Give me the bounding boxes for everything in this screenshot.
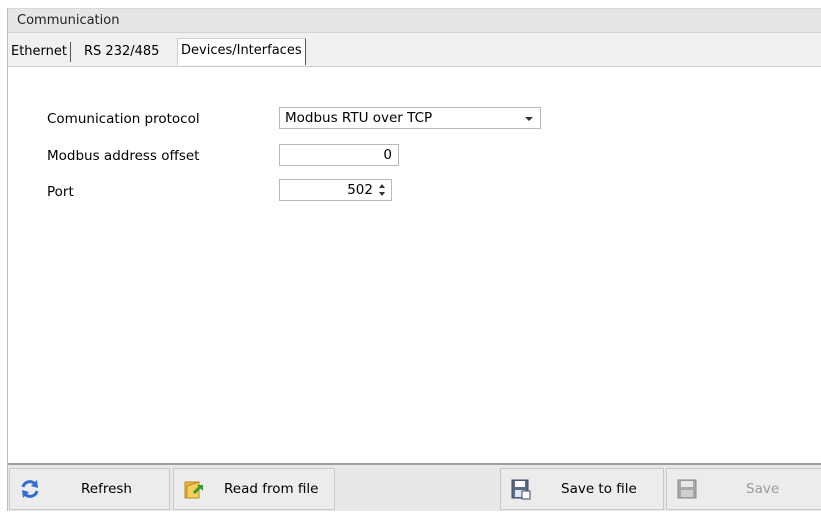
read-from-file-button[interactable]: Read from file — [173, 468, 335, 510]
folder-open-icon — [184, 481, 203, 499]
floppy-disk-icon — [677, 479, 697, 499]
offset-input[interactable]: 0 — [279, 144, 399, 166]
tab-rs232-485[interactable]: RS 232/485 — [81, 42, 162, 62]
save-to-file-icon — [511, 479, 531, 500]
tab-ethernet[interactable]: Ethernet — [8, 42, 71, 62]
refresh-button[interactable]: Refresh — [9, 468, 170, 510]
tab-strip: Ethernet RS 232/485 Devices/Interfaces — [8, 34, 821, 70]
tab-content: Comunication protocol Modbus RTU over TC… — [8, 66, 821, 464]
save-to-file-label: Save to file — [561, 481, 637, 497]
protocol-select[interactable]: Modbus RTU over TCP — [279, 107, 541, 129]
port-label: Port — [47, 184, 74, 200]
communication-panel: Communication Ethernet RS 232/485 Device… — [7, 8, 821, 511]
button-bar: Refresh Read from file Save to file Save — [8, 463, 821, 511]
spin-arrows-icon[interactable] — [379, 183, 387, 197]
protocol-label: Comunication protocol — [47, 111, 200, 127]
group-title: Communication — [17, 13, 120, 28]
save-label: Save — [746, 481, 780, 497]
refresh-label: Refresh — [81, 481, 132, 497]
save-to-file-button[interactable]: Save to file — [500, 468, 664, 510]
refresh-icon — [21, 480, 39, 498]
group-header: Communication — [8, 8, 821, 33]
protocol-value: Modbus RTU over TCP — [285, 110, 433, 126]
save-button[interactable]: Save — [666, 468, 821, 510]
read-from-file-label: Read from file — [224, 481, 319, 497]
port-stepper[interactable]: 502 — [279, 179, 392, 201]
offset-value: 0 — [383, 147, 392, 163]
tab-devices-interfaces[interactable]: Devices/Interfaces — [177, 38, 306, 65]
offset-label: Modbus address offset — [47, 148, 200, 164]
port-value: 502 — [347, 182, 373, 198]
chevron-down-icon — [525, 117, 533, 121]
